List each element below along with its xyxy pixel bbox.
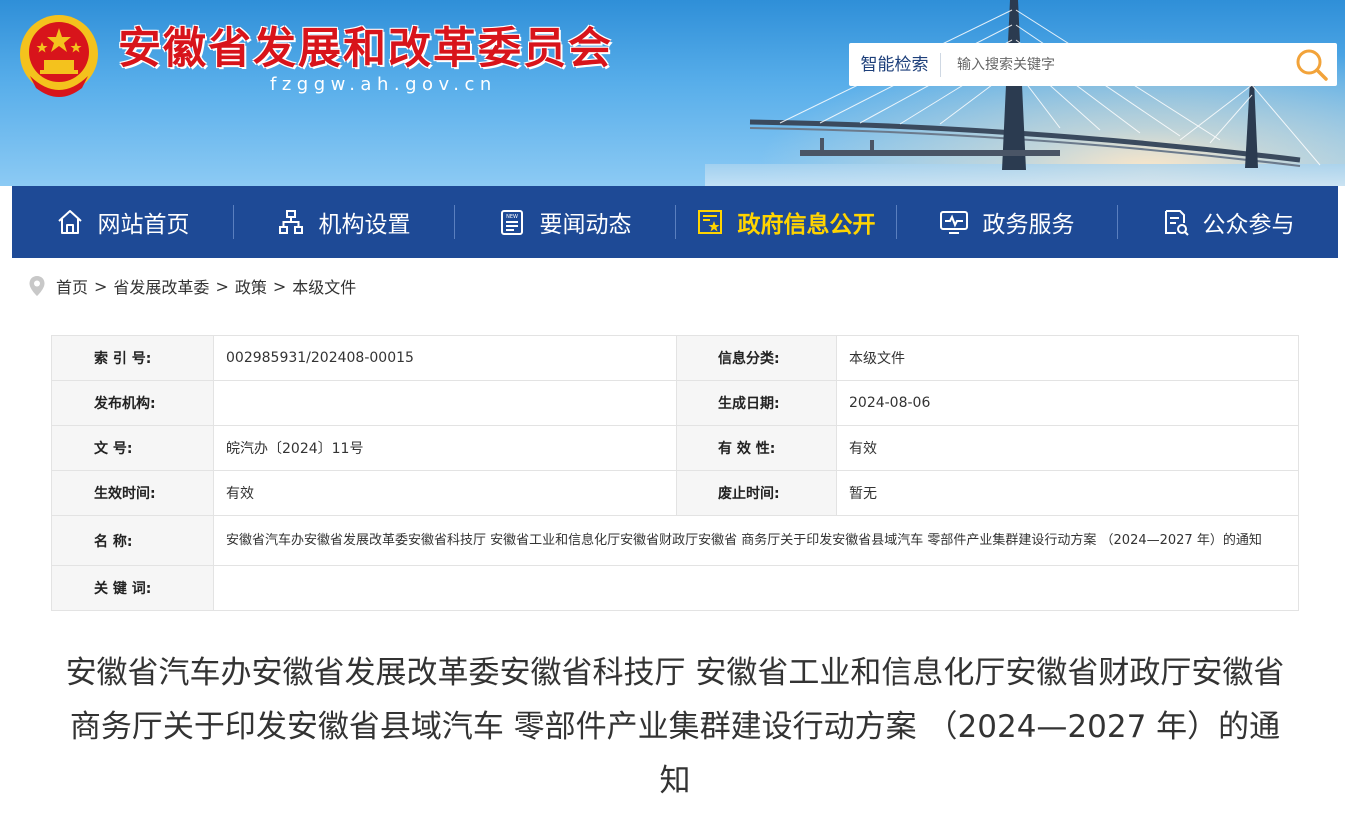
breadcrumb-local-docs[interactable]: 本级文件 <box>292 274 356 298</box>
repeal-value: 暂无 <box>836 470 1299 516</box>
nav-item-news[interactable]: NEW 要闻动态 <box>454 186 675 258</box>
monitor-icon <box>939 208 969 236</box>
table-row: 关 键 词: <box>51 565 1299 611</box>
name-label: 名 称: <box>51 515 214 566</box>
nav-item-participation[interactable]: 公众参与 <box>1117 186 1338 258</box>
publisher-label: 发布机构: <box>51 380 214 426</box>
breadcrumb: 首页 > 省发展改革委 > 政策 > 本级文件 <box>28 273 356 299</box>
nav-label-news: 要闻动态 <box>539 212 632 238</box>
site-domain: fzggw.ah.gov.cn <box>270 74 497 95</box>
name-value: 安徽省汽车办安徽省发展改革委安徽省科技厅 安徽省工业和信息化厅安徽省财政厅安徽省… <box>213 515 1299 566</box>
keywords-label: 关 键 词: <box>51 565 214 611</box>
breadcrumb-separator: > <box>215 276 229 296</box>
effective-value: 有效 <box>213 470 677 516</box>
article-title: 安徽省汽车办安徽省发展改革委安徽省科技厅 安徽省工业和信息化厅安徽省财政厅安徽省… <box>65 655 1285 799</box>
table-row: 生效时间: 有效 废止时间: 暂无 <box>51 470 1299 516</box>
doc-no-value: 皖汽办〔2024〕11号 <box>213 425 677 471</box>
search-icon <box>1296 49 1328 81</box>
main-nav: 网站首页 机构设置 NEW 要闻动态 政府信息公开 政务服务 公众参与 <box>12 186 1338 258</box>
search-input[interactable] <box>941 44 1287 85</box>
header-banner: 安徽省发展和改革委员会 fzggw.ah.gov.cn 智能检索 <box>0 0 1345 186</box>
table-row: 名 称: 安徽省汽车办安徽省发展改革委安徽省科技厅 安徽省工业和信息化厅安徽省财… <box>51 515 1299 566</box>
org-chart-icon <box>277 208 305 236</box>
validity-label: 有 效 性: <box>676 425 837 471</box>
category-label: 信息分类: <box>676 335 837 381</box>
svg-text:NEW: NEW <box>506 214 518 220</box>
created-date-value: 2024-08-06 <box>836 380 1299 426</box>
search-label: 智能检索 <box>849 52 941 77</box>
index-no-label: 索 引 号: <box>51 335 214 381</box>
table-row: 发布机构: 生成日期: 2024-08-06 <box>51 380 1299 426</box>
category-value: 本级文件 <box>836 335 1299 381</box>
validity-value: 有效 <box>836 425 1299 471</box>
search-box: 智能检索 <box>849 43 1337 86</box>
location-pin-icon <box>28 275 46 297</box>
nav-label-organization: 机构设置 <box>318 212 411 238</box>
nav-label-gov-info: 政府信息公开 <box>737 212 876 238</box>
breadcrumb-commission[interactable]: 省发展改革委 <box>113 274 209 298</box>
breadcrumb-separator: > <box>94 276 108 296</box>
repeal-label: 废止时间: <box>676 470 837 516</box>
feedback-icon <box>1161 208 1189 236</box>
nav-item-organization[interactable]: 机构设置 <box>233 186 454 258</box>
breadcrumb-home[interactable]: 首页 <box>56 274 88 298</box>
nav-item-gov-info[interactable]: 政府信息公开 <box>675 186 896 258</box>
bridge-illustration <box>749 0 1321 170</box>
table-row: 文 号: 皖汽办〔2024〕11号 有 效 性: 有效 <box>51 425 1299 471</box>
news-icon: NEW <box>498 208 526 236</box>
publisher-value <box>213 380 677 426</box>
search-button[interactable] <box>1287 43 1337 86</box>
nav-label-home: 网站首页 <box>97 212 190 238</box>
nav-label-services: 政务服务 <box>982 212 1075 238</box>
breadcrumb-separator: > <box>272 276 287 296</box>
breadcrumb-policy[interactable]: 政策 <box>235 274 267 298</box>
document-star-icon <box>696 208 724 236</box>
created-date-label: 生成日期: <box>676 380 837 426</box>
index-no-value: 002985931/202408-00015 <box>213 335 677 381</box>
nav-label-participation: 公众参与 <box>1202 212 1295 238</box>
table-row: 索 引 号: 002985931/202408-00015 信息分类: 本级文件 <box>51 335 1299 381</box>
doc-no-label: 文 号: <box>51 425 214 471</box>
nav-item-services[interactable]: 政务服务 <box>896 186 1117 258</box>
document-info-table: 索 引 号: 002985931/202408-00015 信息分类: 本级文件… <box>51 335 1299 611</box>
national-emblem-icon <box>20 15 98 97</box>
effective-label: 生效时间: <box>51 470 214 516</box>
keywords-value <box>213 565 1299 611</box>
nav-item-home[interactable]: 网站首页 <box>12 186 233 258</box>
home-icon <box>56 208 84 236</box>
site-title: 安徽省发展和改革委员会 <box>118 24 613 74</box>
